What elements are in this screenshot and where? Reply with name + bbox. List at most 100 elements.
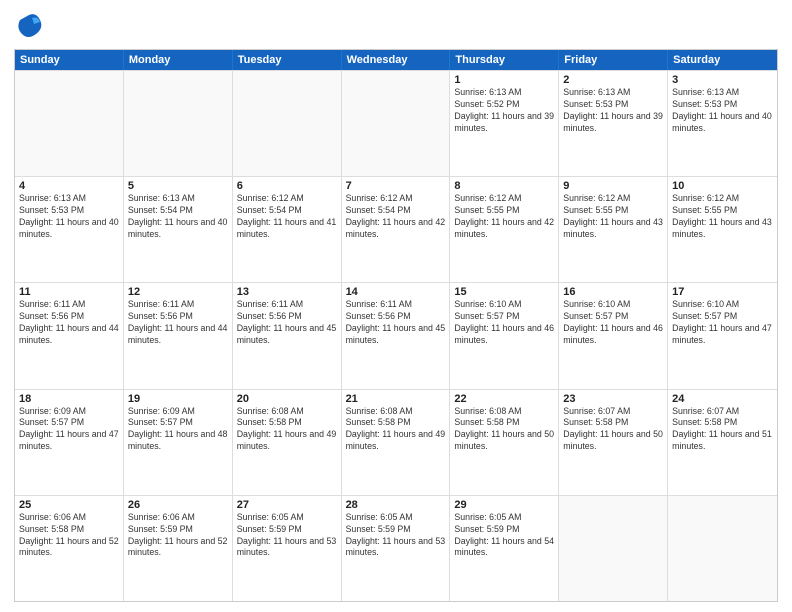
- logo-icon: [14, 10, 44, 40]
- day-number: 3: [672, 74, 773, 86]
- cell-detail: Sunrise: 6:05 AMSunset: 5:59 PMDaylight:…: [237, 512, 337, 560]
- cell-detail: Sunrise: 6:09 AMSunset: 5:57 PMDaylight:…: [128, 406, 228, 454]
- cal-cell-2-6: 17Sunrise: 6:10 AMSunset: 5:57 PMDayligh…: [668, 283, 777, 388]
- cal-cell-3-2: 20Sunrise: 6:08 AMSunset: 5:58 PMDayligh…: [233, 390, 342, 495]
- cell-detail: Sunrise: 6:08 AMSunset: 5:58 PMDaylight:…: [346, 406, 446, 454]
- day-number: 23: [563, 393, 663, 405]
- day-number: 14: [346, 286, 446, 298]
- day-number: 5: [128, 180, 228, 192]
- cal-cell-2-3: 14Sunrise: 6:11 AMSunset: 5:56 PMDayligh…: [342, 283, 451, 388]
- cal-cell-4-6: [668, 496, 777, 601]
- cell-detail: Sunrise: 6:08 AMSunset: 5:58 PMDaylight:…: [237, 406, 337, 454]
- cal-cell-4-3: 28Sunrise: 6:05 AMSunset: 5:59 PMDayligh…: [342, 496, 451, 601]
- cal-cell-0-5: 2Sunrise: 6:13 AMSunset: 5:53 PMDaylight…: [559, 71, 668, 176]
- cal-cell-0-6: 3Sunrise: 6:13 AMSunset: 5:53 PMDaylight…: [668, 71, 777, 176]
- cell-detail: Sunrise: 6:12 AMSunset: 5:55 PMDaylight:…: [454, 193, 554, 241]
- day-number: 26: [128, 499, 228, 511]
- calendar-row-4: 25Sunrise: 6:06 AMSunset: 5:58 PMDayligh…: [15, 495, 777, 601]
- cell-detail: Sunrise: 6:05 AMSunset: 5:59 PMDaylight:…: [346, 512, 446, 560]
- cal-cell-1-5: 9Sunrise: 6:12 AMSunset: 5:55 PMDaylight…: [559, 177, 668, 282]
- day-number: 10: [672, 180, 773, 192]
- calendar-row-1: 4Sunrise: 6:13 AMSunset: 5:53 PMDaylight…: [15, 176, 777, 282]
- cell-detail: Sunrise: 6:11 AMSunset: 5:56 PMDaylight:…: [346, 299, 446, 347]
- cal-cell-2-1: 12Sunrise: 6:11 AMSunset: 5:56 PMDayligh…: [124, 283, 233, 388]
- cal-cell-4-5: [559, 496, 668, 601]
- cell-detail: Sunrise: 6:13 AMSunset: 5:53 PMDaylight:…: [19, 193, 119, 241]
- cal-cell-4-0: 25Sunrise: 6:06 AMSunset: 5:58 PMDayligh…: [15, 496, 124, 601]
- header-day-saturday: Saturday: [668, 50, 777, 70]
- day-number: 24: [672, 393, 773, 405]
- cell-detail: Sunrise: 6:12 AMSunset: 5:54 PMDaylight:…: [237, 193, 337, 241]
- cell-detail: Sunrise: 6:12 AMSunset: 5:55 PMDaylight:…: [672, 193, 773, 241]
- header-day-sunday: Sunday: [15, 50, 124, 70]
- day-number: 12: [128, 286, 228, 298]
- cell-detail: Sunrise: 6:09 AMSunset: 5:57 PMDaylight:…: [19, 406, 119, 454]
- cal-cell-2-5: 16Sunrise: 6:10 AMSunset: 5:57 PMDayligh…: [559, 283, 668, 388]
- day-number: 9: [563, 180, 663, 192]
- day-number: 2: [563, 74, 663, 86]
- cal-cell-3-3: 21Sunrise: 6:08 AMSunset: 5:58 PMDayligh…: [342, 390, 451, 495]
- cal-cell-4-1: 26Sunrise: 6:06 AMSunset: 5:59 PMDayligh…: [124, 496, 233, 601]
- day-number: 17: [672, 286, 773, 298]
- day-number: 22: [454, 393, 554, 405]
- page: SundayMondayTuesdayWednesdayThursdayFrid…: [0, 0, 792, 612]
- day-number: 4: [19, 180, 119, 192]
- cell-detail: Sunrise: 6:11 AMSunset: 5:56 PMDaylight:…: [128, 299, 228, 347]
- calendar-body: 1Sunrise: 6:13 AMSunset: 5:52 PMDaylight…: [15, 70, 777, 601]
- day-number: 1: [454, 74, 554, 86]
- cal-cell-3-0: 18Sunrise: 6:09 AMSunset: 5:57 PMDayligh…: [15, 390, 124, 495]
- cell-detail: Sunrise: 6:11 AMSunset: 5:56 PMDaylight:…: [19, 299, 119, 347]
- day-number: 6: [237, 180, 337, 192]
- cal-cell-3-4: 22Sunrise: 6:08 AMSunset: 5:58 PMDayligh…: [450, 390, 559, 495]
- header-day-wednesday: Wednesday: [342, 50, 451, 70]
- cal-cell-0-3: [342, 71, 451, 176]
- cell-detail: Sunrise: 6:10 AMSunset: 5:57 PMDaylight:…: [672, 299, 773, 347]
- cell-detail: Sunrise: 6:08 AMSunset: 5:58 PMDaylight:…: [454, 406, 554, 454]
- cell-detail: Sunrise: 6:10 AMSunset: 5:57 PMDaylight:…: [563, 299, 663, 347]
- cal-cell-0-2: [233, 71, 342, 176]
- cell-detail: Sunrise: 6:07 AMSunset: 5:58 PMDaylight:…: [563, 406, 663, 454]
- cell-detail: Sunrise: 6:12 AMSunset: 5:55 PMDaylight:…: [563, 193, 663, 241]
- logo: [14, 10, 44, 45]
- cell-detail: Sunrise: 6:11 AMSunset: 5:56 PMDaylight:…: [237, 299, 337, 347]
- day-number: 25: [19, 499, 119, 511]
- cell-detail: Sunrise: 6:06 AMSunset: 5:58 PMDaylight:…: [19, 512, 119, 560]
- day-number: 27: [237, 499, 337, 511]
- cal-cell-1-0: 4Sunrise: 6:13 AMSunset: 5:53 PMDaylight…: [15, 177, 124, 282]
- day-number: 21: [346, 393, 446, 405]
- cell-detail: Sunrise: 6:12 AMSunset: 5:54 PMDaylight:…: [346, 193, 446, 241]
- day-number: 13: [237, 286, 337, 298]
- cell-detail: Sunrise: 6:13 AMSunset: 5:54 PMDaylight:…: [128, 193, 228, 241]
- cal-cell-1-4: 8Sunrise: 6:12 AMSunset: 5:55 PMDaylight…: [450, 177, 559, 282]
- cal-cell-2-2: 13Sunrise: 6:11 AMSunset: 5:56 PMDayligh…: [233, 283, 342, 388]
- cal-cell-0-1: [124, 71, 233, 176]
- cal-cell-1-6: 10Sunrise: 6:12 AMSunset: 5:55 PMDayligh…: [668, 177, 777, 282]
- cell-detail: Sunrise: 6:07 AMSunset: 5:58 PMDaylight:…: [672, 406, 773, 454]
- header-day-thursday: Thursday: [450, 50, 559, 70]
- header-day-tuesday: Tuesday: [233, 50, 342, 70]
- day-number: 8: [454, 180, 554, 192]
- cal-cell-1-3: 7Sunrise: 6:12 AMSunset: 5:54 PMDaylight…: [342, 177, 451, 282]
- cal-cell-4-2: 27Sunrise: 6:05 AMSunset: 5:59 PMDayligh…: [233, 496, 342, 601]
- header-day-monday: Monday: [124, 50, 233, 70]
- day-number: 28: [346, 499, 446, 511]
- cal-cell-0-0: [15, 71, 124, 176]
- calendar-row-0: 1Sunrise: 6:13 AMSunset: 5:52 PMDaylight…: [15, 70, 777, 176]
- day-number: 11: [19, 286, 119, 298]
- cal-cell-3-5: 23Sunrise: 6:07 AMSunset: 5:58 PMDayligh…: [559, 390, 668, 495]
- day-number: 29: [454, 499, 554, 511]
- cal-cell-3-1: 19Sunrise: 6:09 AMSunset: 5:57 PMDayligh…: [124, 390, 233, 495]
- cal-cell-2-0: 11Sunrise: 6:11 AMSunset: 5:56 PMDayligh…: [15, 283, 124, 388]
- header: [14, 10, 778, 45]
- day-number: 18: [19, 393, 119, 405]
- day-number: 7: [346, 180, 446, 192]
- day-number: 20: [237, 393, 337, 405]
- header-day-friday: Friday: [559, 50, 668, 70]
- calendar-row-2: 11Sunrise: 6:11 AMSunset: 5:56 PMDayligh…: [15, 282, 777, 388]
- day-number: 15: [454, 286, 554, 298]
- cell-detail: Sunrise: 6:06 AMSunset: 5:59 PMDaylight:…: [128, 512, 228, 560]
- calendar-row-3: 18Sunrise: 6:09 AMSunset: 5:57 PMDayligh…: [15, 389, 777, 495]
- cell-detail: Sunrise: 6:13 AMSunset: 5:52 PMDaylight:…: [454, 87, 554, 135]
- cell-detail: Sunrise: 6:13 AMSunset: 5:53 PMDaylight:…: [672, 87, 773, 135]
- day-number: 16: [563, 286, 663, 298]
